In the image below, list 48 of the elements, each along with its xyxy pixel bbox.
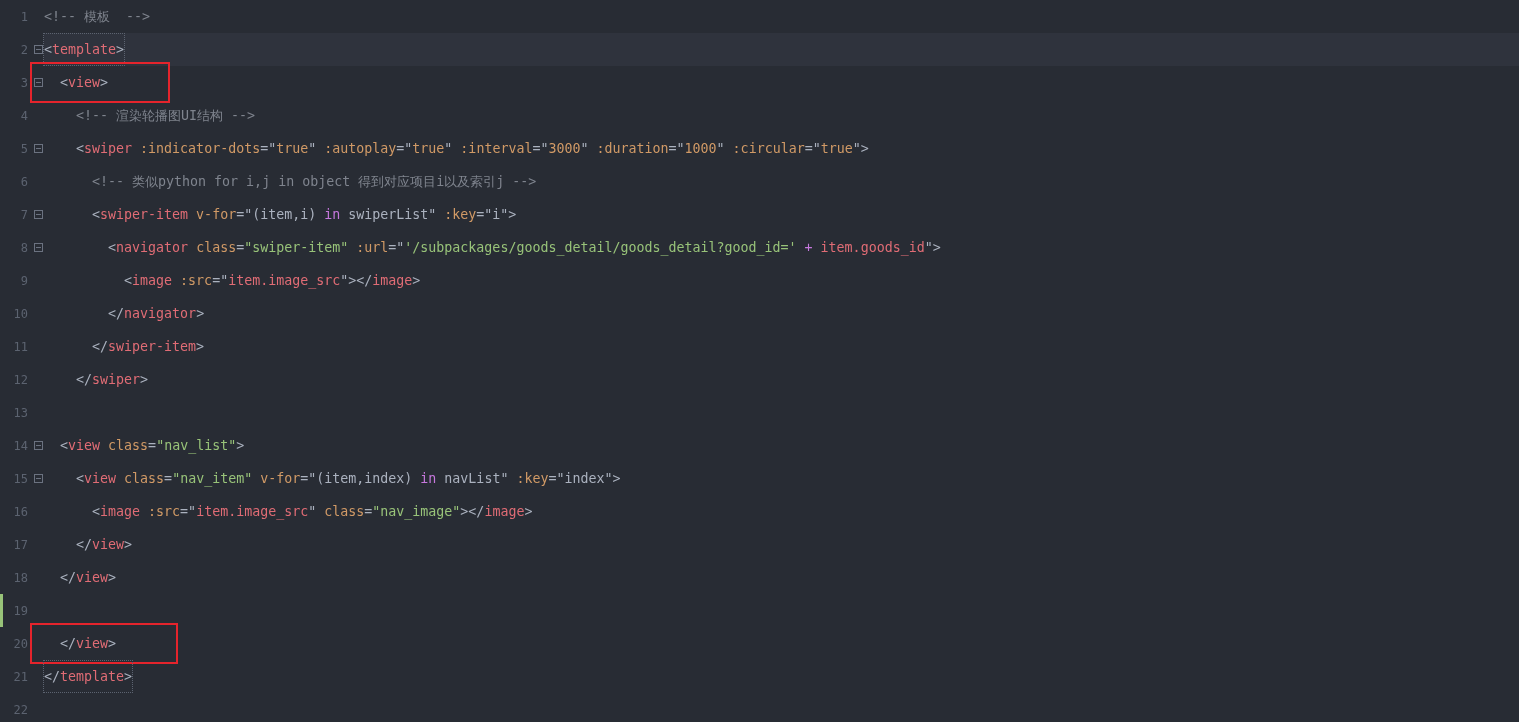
line-number: 18 — [12, 569, 28, 587]
line-number: 21 — [12, 668, 28, 686]
code-line: </view> — [75, 536, 133, 552]
code-line: <image :src="item.image_src" class="nav_image"></image> — [91, 503, 533, 519]
code-line: <!-- 类似python for i,j in object 得到对应项目i以及索引j --> — [91, 173, 537, 189]
fold-icon[interactable] — [34, 144, 43, 153]
fold-icon[interactable] — [34, 441, 43, 450]
code-line: <!-- 模板 --> — [44, 8, 151, 24]
line-number: 8 — [19, 239, 28, 257]
line-number: 14 — [12, 437, 28, 455]
line-number: 20 — [12, 635, 28, 653]
code-line: <navigator class="swiper-item" :url="'/subpackages/goods_detail/goods_detail?good_id=' + item.goods_id"> — [107, 239, 941, 255]
code-line: </view> — [59, 569, 117, 585]
line-number: 3 — [19, 74, 28, 92]
code-line: <template> — [44, 33, 125, 65]
code-line: </swiper-item> — [91, 338, 205, 354]
line-number: 7 — [19, 206, 28, 224]
line-number: 9 — [19, 272, 28, 290]
code-line: <!-- 渲染轮播图UI结构 --> — [75, 107, 256, 123]
line-number: 1 — [19, 8, 28, 26]
code-line: <swiper :indicator-dots="true" :autoplay="true" :interval="3000" :duration="1000" :circular="true"> — [75, 140, 869, 156]
line-number: 4 — [19, 107, 28, 125]
code-line: </template> — [44, 660, 133, 692]
fold-icon[interactable] — [34, 210, 43, 219]
fold-icon[interactable] — [34, 45, 43, 54]
line-number: 17 — [12, 536, 28, 554]
line-number: 11 — [12, 338, 28, 356]
line-number: 22 — [12, 701, 28, 719]
line-number: 13 — [12, 404, 28, 422]
fold-icon[interactable] — [34, 78, 43, 87]
fold-icon[interactable] — [34, 474, 43, 483]
line-number: 6 — [19, 173, 28, 191]
code-line: </view> — [59, 635, 117, 651]
line-number: 5 — [19, 140, 28, 158]
line-number: 19 — [12, 602, 28, 620]
code-line: <view class="nav_item" v-for="(item,index) in navList" :key="index"> — [75, 470, 621, 486]
line-number: 16 — [12, 503, 28, 521]
code-line: <image :src="item.image_src"></image> — [123, 272, 421, 288]
line-number: 15 — [12, 470, 28, 488]
code-line: <swiper-item v-for="(item,i) in swiperList" :key="i"> — [91, 206, 517, 222]
line-number: 10 — [12, 305, 28, 323]
code-line: <view> — [59, 74, 109, 90]
code-line: <view class="nav_list"> — [59, 437, 245, 453]
line-number: 2 — [19, 41, 28, 59]
code-line: </swiper> — [75, 371, 149, 387]
line-number: 12 — [12, 371, 28, 389]
fold-icon[interactable] — [34, 243, 43, 252]
code-line: </navigator> — [107, 305, 205, 321]
